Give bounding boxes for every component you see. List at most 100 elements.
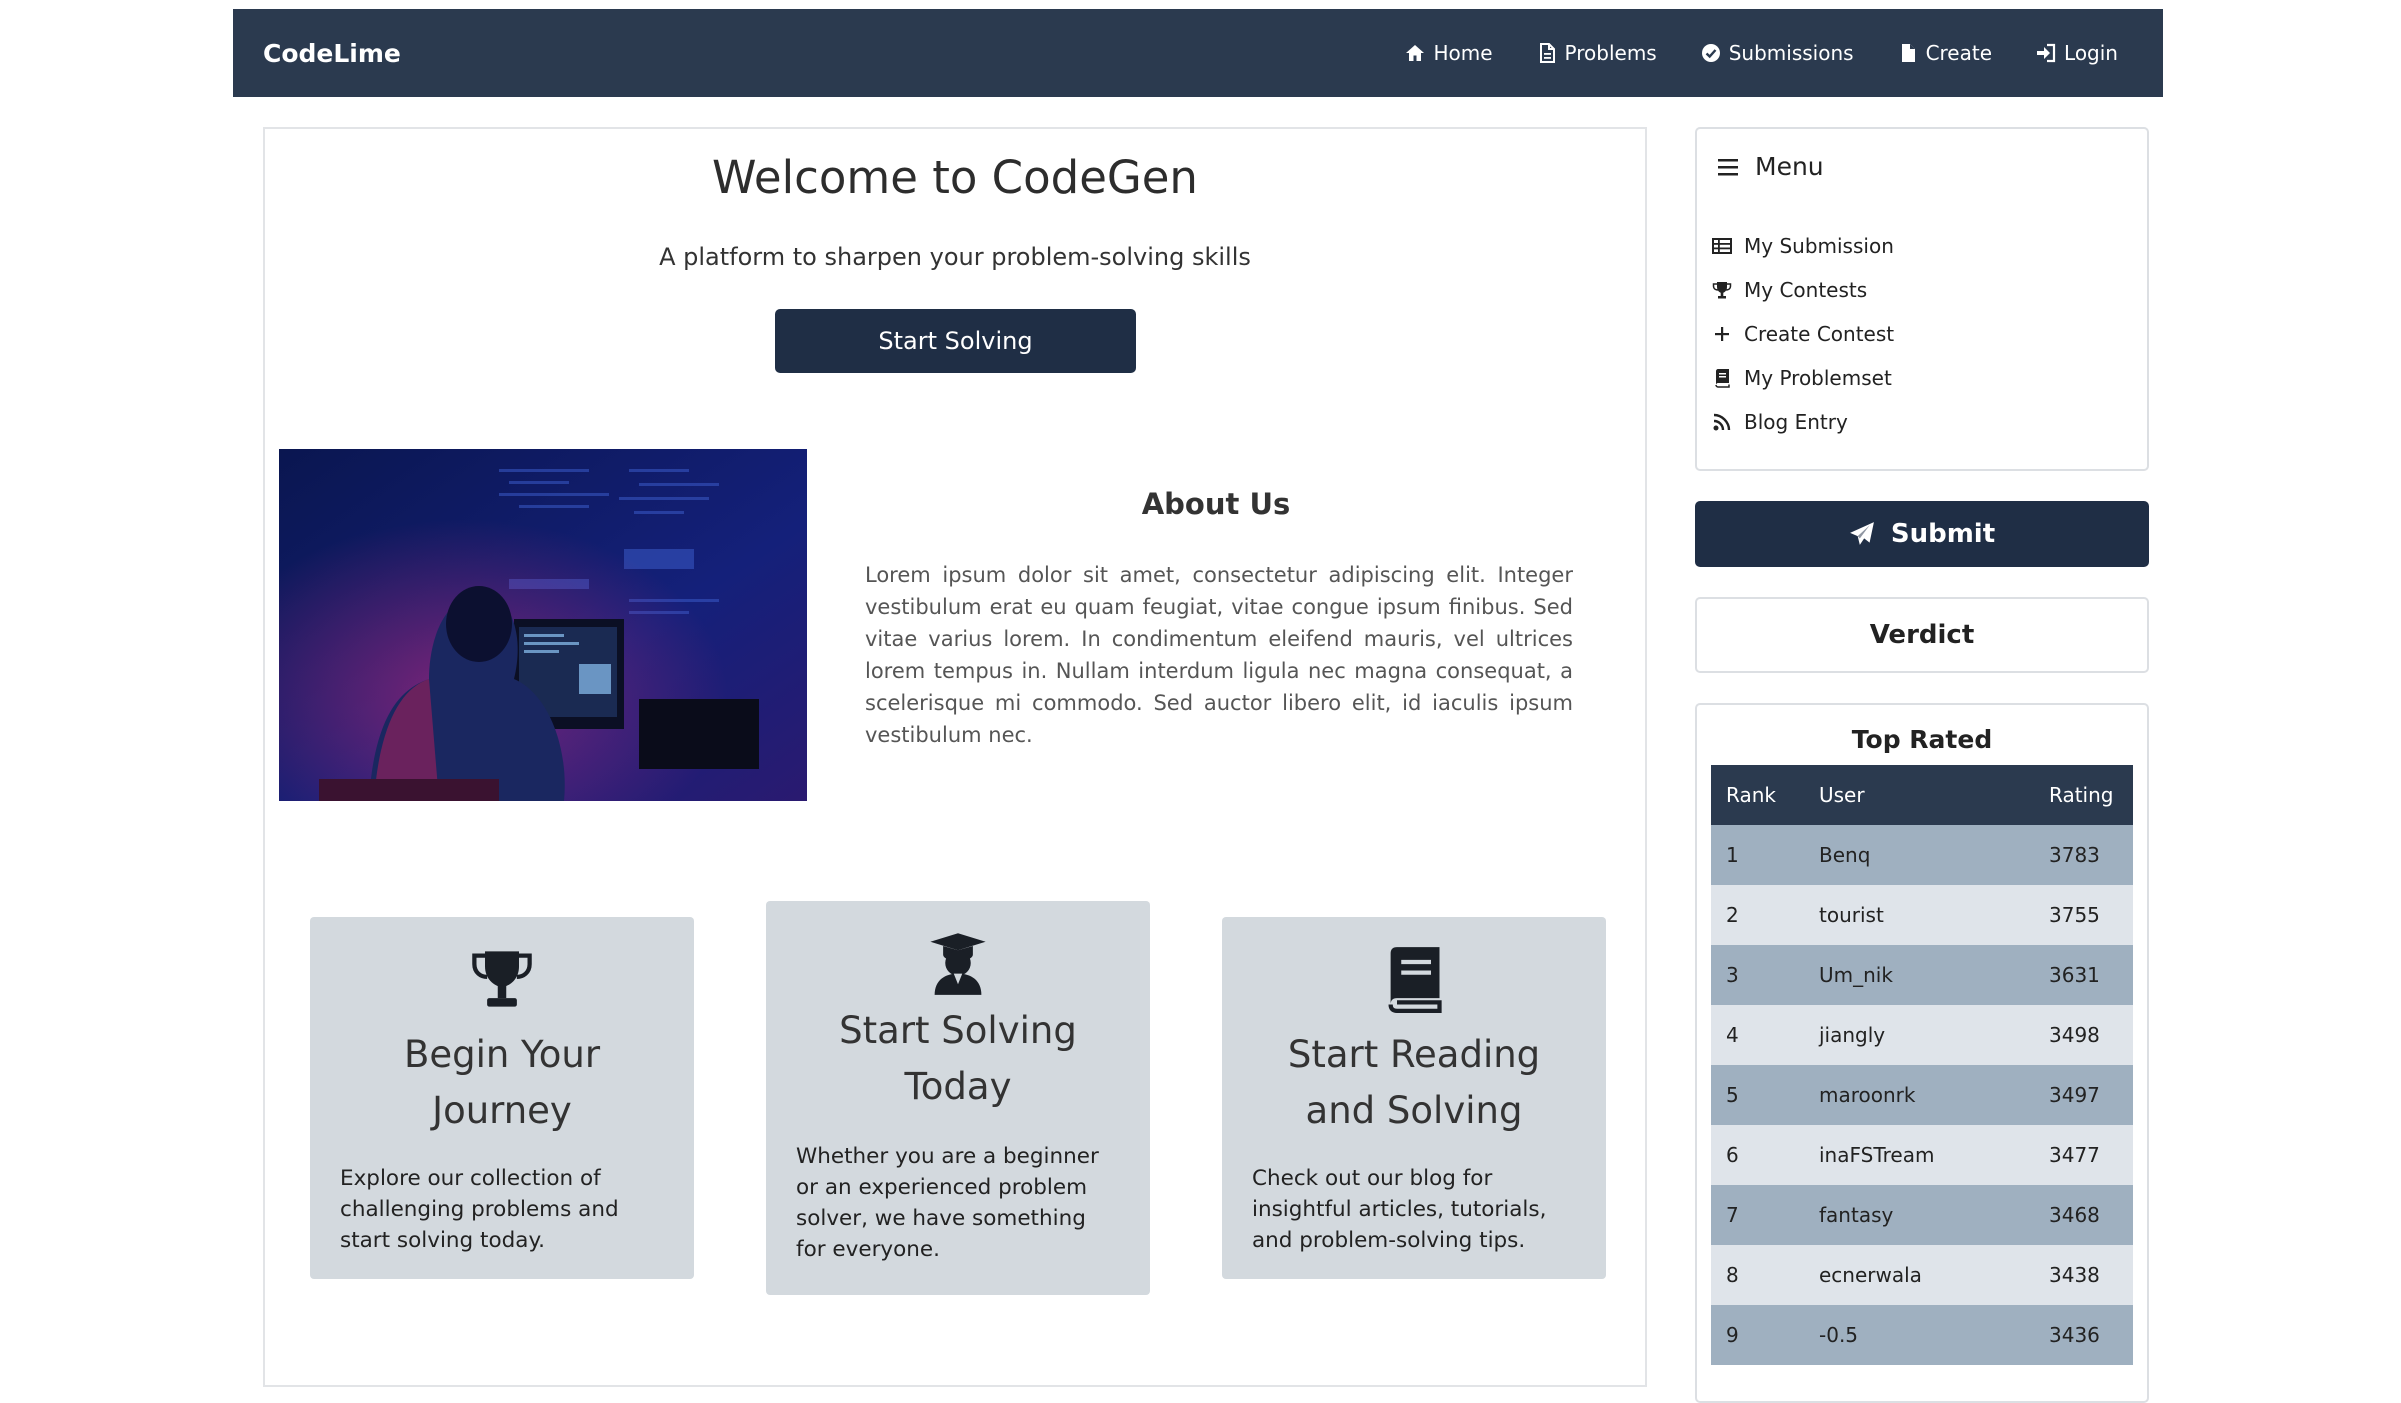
menu-item-create-contest[interactable]: Create Contest	[1712, 322, 1894, 346]
start-solving-button[interactable]: Start Solving	[775, 309, 1136, 373]
rank-cell: 3	[1711, 945, 1804, 1005]
table-row: 5 maroonrk 3497	[1711, 1065, 2133, 1125]
rating-cell: 3477	[2034, 1125, 2133, 1185]
menu-item-label: My Problemset	[1744, 366, 1892, 390]
menu-item-blog-entry[interactable]: Blog Entry	[1712, 410, 1848, 434]
menu-item-label: Create Contest	[1744, 322, 1895, 346]
nav-links: Home Problems Submissions Create Login	[1361, 41, 2118, 65]
menu-item-label: Blog Entry	[1744, 410, 1848, 434]
verdict-button[interactable]: Verdict	[1695, 597, 2149, 673]
table-header-row: Rank User Rating	[1711, 765, 2133, 825]
document-icon	[1901, 44, 1915, 62]
user-cell[interactable]: -0.5	[1804, 1305, 2034, 1365]
graduate-icon	[930, 933, 986, 995]
home-icon	[1406, 45, 1425, 61]
user-cell[interactable]: Benq	[1804, 825, 2034, 885]
user-cell[interactable]: jiangly	[1804, 1005, 2034, 1065]
trophy-icon	[472, 951, 532, 1007]
menu-item-label: My Submission	[1744, 234, 1894, 258]
nav-home-label: Home	[1433, 41, 1493, 65]
card-start-reading: Start Reading and Solving Check out our …	[1222, 917, 1606, 1279]
submit-button[interactable]: Submit	[1695, 501, 2149, 567]
table-row: 2 tourist 3755	[1711, 885, 2133, 945]
rating-cell: 3631	[2034, 945, 2133, 1005]
rating-cell: 3783	[2034, 825, 2133, 885]
top-rated-panel: Top Rated Rank User Rating 1 Benq 3783 2…	[1695, 703, 2149, 1403]
table-row: 9 -0.5 3436	[1711, 1305, 2133, 1365]
table-row: 4 jiangly 3498	[1711, 1005, 2133, 1065]
navbar: CodeLime Home Problems Submissions Creat…	[233, 9, 2163, 97]
brand-logo[interactable]: CodeLime	[263, 39, 401, 68]
user-cell[interactable]: tourist	[1804, 885, 2034, 945]
nav-create[interactable]: Create	[1898, 41, 1992, 65]
submit-label: Submit	[1890, 519, 1996, 549]
card-title: Begin Your Journey	[403, 1033, 601, 1132]
check-circle-icon	[1701, 44, 1720, 62]
main-content: Welcome to CodeGen A platform to sharpen…	[263, 127, 1647, 1387]
login-icon	[2037, 43, 2056, 63]
paper-plane-icon	[1849, 522, 1874, 545]
menu-item-my-problemset[interactable]: My Problemset	[1712, 366, 1892, 390]
trophy-icon	[1712, 282, 1732, 299]
user-cell[interactable]: inaFSTream	[1804, 1125, 2034, 1185]
user-cell[interactable]: Um_nik	[1804, 945, 2034, 1005]
rss-icon	[1713, 413, 1731, 431]
user-cell[interactable]: fantasy	[1804, 1185, 2034, 1245]
menu-item-label: My Contests	[1744, 278, 1868, 302]
rating-cell: 3436	[2034, 1305, 2133, 1365]
about-title: About Us	[1141, 487, 1291, 521]
table-row: 6 inaFSTream 3477	[1711, 1125, 2133, 1185]
nav-create-label: Create	[1925, 41, 1993, 65]
file-icon	[1539, 43, 1555, 63]
rank-cell: 8	[1711, 1245, 1804, 1305]
menu-title: Menu	[1755, 152, 1824, 181]
table-row: 8 ecnerwala 3438	[1711, 1245, 2133, 1305]
card-text: Whether you are a beginner or an experie…	[796, 1144, 1099, 1262]
top-rated-table: Rank User Rating 1 Benq 3783 2 tourist 3…	[1711, 765, 2133, 1365]
rank-cell: 6	[1711, 1125, 1804, 1185]
programmer-illustration	[279, 449, 807, 801]
card-text: Explore our collection of challenging pr…	[340, 1166, 619, 1253]
card-start-solving: Start Solving Today Whether you are a be…	[766, 901, 1150, 1295]
menu-item-my-contests[interactable]: My Contests	[1712, 278, 1867, 302]
plus-icon	[1715, 327, 1729, 341]
nav-problems-label: Problems	[1564, 41, 1657, 65]
nav-problems[interactable]: Problems	[1537, 41, 1657, 65]
nav-submissions-label: Submissions	[1728, 41, 1854, 65]
user-cell[interactable]: maroonrk	[1804, 1065, 2034, 1125]
hero-image	[279, 449, 807, 801]
user-cell[interactable]: ecnerwala	[1804, 1245, 2034, 1305]
rating-cell: 3755	[2034, 885, 2133, 945]
rank-cell: 9	[1711, 1305, 1804, 1365]
rank-cell: 5	[1711, 1065, 1804, 1125]
table-row: 7 fantasy 3468	[1711, 1185, 2133, 1245]
rank-cell: 4	[1711, 1005, 1804, 1065]
table-row: 1 Benq 3783	[1711, 825, 2133, 885]
rank-cell: 7	[1711, 1185, 1804, 1245]
nav-login[interactable]: Login	[2036, 41, 2118, 65]
about-text: Lorem ipsum dolor sit amet, consectetur …	[865, 563, 1573, 747]
rating-cell: 3468	[2034, 1185, 2133, 1245]
nav-home[interactable]: Home	[1405, 41, 1493, 65]
card-begin-journey: Begin Your Journey Explore our collectio…	[310, 917, 694, 1279]
menu-item-my-submission[interactable]: My Submission	[1712, 234, 1894, 258]
page-subtitle: A platform to sharpen your problem-solvi…	[659, 243, 1251, 271]
header-user: User	[1804, 765, 2034, 825]
book-icon	[1715, 369, 1730, 388]
rank-cell: 1	[1711, 825, 1804, 885]
rating-cell: 3497	[2034, 1065, 2133, 1125]
header-rating: Rating	[2034, 765, 2133, 825]
card-title: Start Solving Today	[839, 1009, 1077, 1108]
page-title: Welcome to CodeGen	[712, 151, 1198, 204]
rank-cell: 2	[1711, 885, 1804, 945]
menu-header: Menu	[1717, 152, 1824, 181]
hamburger-icon	[1718, 158, 1738, 175]
sidebar-menu: Menu My Submission My Contests Create Co…	[1695, 127, 2149, 471]
nav-login-label: Login	[2064, 41, 2118, 65]
table-icon	[1712, 238, 1732, 254]
nav-submissions[interactable]: Submissions	[1701, 41, 1854, 65]
card-title: Start Reading and Solving	[1287, 1033, 1541, 1132]
rating-cell: 3498	[2034, 1005, 2133, 1065]
table-row: 3 Um_nik 3631	[1711, 945, 2133, 1005]
card-text: Check out our blog for insightful articl…	[1252, 1166, 1547, 1253]
